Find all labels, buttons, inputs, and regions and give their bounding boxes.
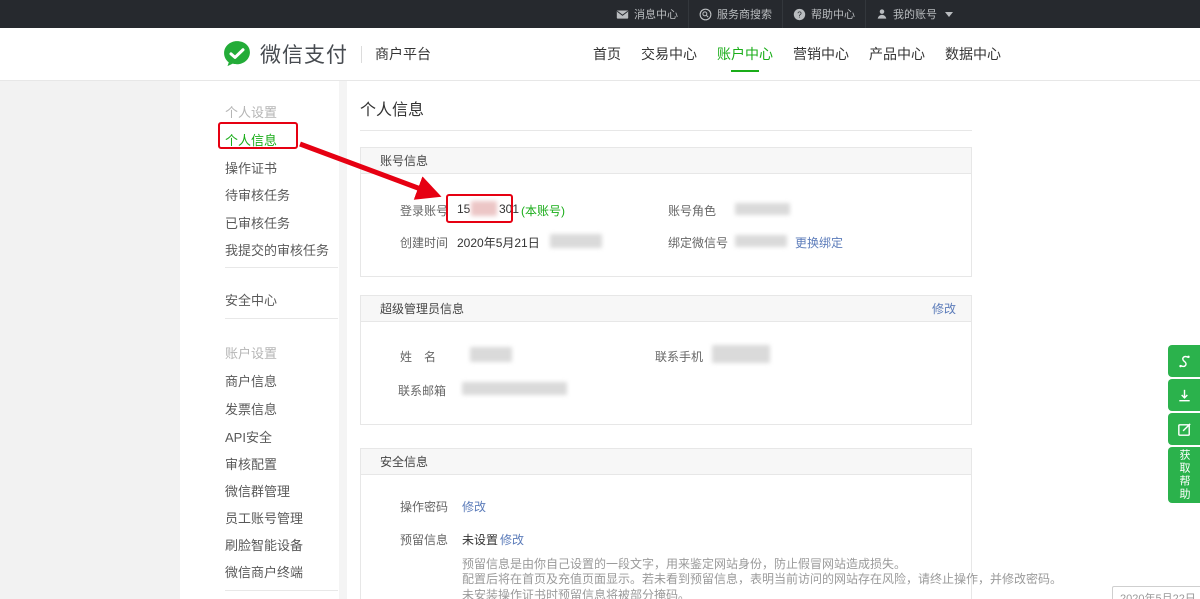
help-circle-icon: ? bbox=[793, 8, 806, 21]
brand-separator bbox=[361, 46, 362, 63]
topbar-message-center[interactable]: 消息中心 bbox=[606, 0, 688, 28]
topbar-item-label: 消息中心 bbox=[634, 6, 678, 22]
current-account-tag: (本账号) bbox=[521, 202, 565, 219]
sidebar-item-security-center[interactable]: 安全中心 bbox=[225, 290, 277, 309]
download-icon bbox=[1176, 387, 1193, 404]
edit-password-link[interactable]: 修改 bbox=[462, 498, 486, 515]
feedback-button[interactable] bbox=[1168, 345, 1200, 377]
title-divider bbox=[360, 130, 972, 131]
edit-icon bbox=[1176, 421, 1193, 438]
reserved-info-label: 预留信息 bbox=[400, 531, 448, 548]
security-info-card: 安全信息 操作密码 修改 预留信息 未设置 修改 预留信息是由你自己设置的一段文… bbox=[360, 448, 972, 599]
operation-password-label: 操作密码 bbox=[400, 498, 448, 515]
download-button[interactable] bbox=[1168, 379, 1200, 411]
topbar-item-label: 我的账号 bbox=[893, 6, 937, 22]
search-circle-icon bbox=[699, 8, 712, 21]
sidebar-item-pending-review-tasks[interactable]: 待审核任务 bbox=[225, 185, 290, 204]
topbar-my-account[interactable]: 我的账号 bbox=[865, 0, 963, 28]
sidebar-item-invoice-info[interactable]: 发票信息 bbox=[225, 399, 277, 418]
user-icon bbox=[876, 8, 888, 20]
edit-reserved-info-link[interactable]: 修改 bbox=[500, 531, 524, 548]
redacted-contact-email bbox=[462, 382, 567, 395]
edit-feedback-button[interactable] bbox=[1168, 413, 1200, 445]
topbar-item-label: 帮助中心 bbox=[811, 6, 855, 22]
sidebar-item-reviewed-tasks[interactable]: 已审核任务 bbox=[225, 213, 290, 232]
redacted-created-time bbox=[550, 234, 602, 248]
topbar-item-label: 服务商搜索 bbox=[717, 6, 772, 22]
left-gutter bbox=[0, 81, 180, 599]
sidebar-item-wechat-merchant-terminal[interactable]: 微信商户终端 bbox=[225, 562, 303, 581]
sidebar-divider bbox=[225, 590, 338, 591]
created-time-value: 2020年5月21日 bbox=[457, 234, 540, 251]
page-title: 个人信息 bbox=[360, 96, 424, 120]
contact-email-label: 联系邮箱 bbox=[398, 382, 446, 399]
get-help-button[interactable]: 获取帮助 bbox=[1168, 447, 1200, 503]
sidebar-item-merchant-info[interactable]: 商户信息 bbox=[225, 371, 277, 390]
nav-item-transaction-center[interactable]: 交易中心 bbox=[641, 28, 697, 80]
card-title: 安全信息 bbox=[380, 455, 428, 469]
annotation-arrow bbox=[288, 133, 463, 218]
sidebar-item-review-config[interactable]: 审核配置 bbox=[225, 454, 277, 473]
reserved-info-desc-line: 未安装操作证书时预留信息将被部分掩码。 bbox=[462, 586, 690, 599]
security-card-header: 安全信息 bbox=[361, 449, 971, 475]
active-tab-underline bbox=[731, 70, 759, 72]
redacted-contact-phone bbox=[712, 345, 770, 363]
sidebar-section-personal-settings: 个人设置 bbox=[225, 102, 277, 121]
nav-item-product-center[interactable]: 产品中心 bbox=[869, 28, 925, 80]
topbar-service-provider-search[interactable]: 服务商搜索 bbox=[688, 0, 782, 28]
wechat-pay-merchant-platform: 消息中心 服务商搜索 ? 帮助中心 我的账号 微信支付 bbox=[0, 0, 1200, 599]
mail-icon bbox=[616, 8, 629, 21]
squiggle-link-icon bbox=[1176, 353, 1193, 370]
nav-item-home[interactable]: 首页 bbox=[593, 28, 621, 80]
redacted-name bbox=[470, 347, 512, 362]
chevron-down-icon bbox=[945, 12, 953, 17]
primary-nav: 首页 交易中心 账户中心 营销中心 产品中心 数据中心 bbox=[593, 28, 1001, 80]
account-role-label: 账号角色 bbox=[668, 202, 716, 219]
sidebar-item-face-smart-device[interactable]: 刷脸智能设备 bbox=[225, 535, 303, 554]
sidebar-divider bbox=[225, 318, 338, 319]
created-time-label: 创建时间 bbox=[400, 234, 448, 251]
nav-item-marketing-center[interactable]: 营销中心 bbox=[793, 28, 849, 80]
contact-phone-label: 联系手机 bbox=[655, 348, 703, 365]
bound-wechat-label: 绑定微信号 bbox=[668, 234, 728, 251]
topbar-help-center[interactable]: ? 帮助中心 bbox=[782, 0, 865, 28]
wechat-pay-logo-icon bbox=[222, 39, 252, 69]
sidebar-item-api-security[interactable]: API安全 bbox=[225, 427, 272, 446]
nav-item-label: 账户中心 bbox=[717, 46, 773, 62]
sidebar-item-my-submitted-review-tasks[interactable]: 我提交的审核任务 bbox=[225, 240, 329, 259]
edit-admin-link[interactable]: 修改 bbox=[932, 296, 956, 322]
card-title: 超级管理员信息 bbox=[380, 302, 464, 316]
floating-toolbar: 获取帮助 bbox=[1168, 345, 1200, 503]
rebind-wechat-link[interactable]: 更换绑定 bbox=[795, 234, 843, 251]
nav-item-account-center[interactable]: 账户中心 bbox=[717, 28, 773, 80]
brand-platform-label: 商户平台 bbox=[375, 44, 431, 64]
brand-logo[interactable]: 微信支付 商户平台 bbox=[222, 28, 431, 80]
reserved-info-desc-line: 配置后将在首页及充值页面显示。若未看到预留信息，表明当前访问的网站存在风险，请终… bbox=[462, 570, 1062, 587]
brand-name: 微信支付 bbox=[260, 39, 348, 69]
redacted-account-role bbox=[735, 203, 790, 215]
sidebar-section-account-settings: 账户设置 bbox=[225, 343, 277, 362]
sidebar-item-staff-account-management[interactable]: 员工账号管理 bbox=[225, 508, 303, 527]
main-header: 微信支付 商户平台 首页 交易中心 账户中心 营销中心 产品中心 数据中心 bbox=[0, 28, 1200, 81]
date-tag: 2020年5月22日 bbox=[1112, 586, 1200, 599]
sidebar-item-wechat-group-management[interactable]: 微信群管理 bbox=[225, 481, 290, 500]
super-admin-info-card: 超级管理员信息 修改 姓 名 联系手机 联系邮箱 bbox=[360, 295, 972, 425]
redacted-bound-wechat bbox=[735, 235, 787, 247]
nav-item-data-center[interactable]: 数据中心 bbox=[945, 28, 1001, 80]
annotation-highlight-box-sidebar bbox=[218, 122, 298, 149]
reserved-info-status: 未设置 bbox=[462, 531, 498, 548]
sidebar-divider bbox=[225, 267, 338, 268]
super-admin-card-header: 超级管理员信息 修改 bbox=[361, 296, 971, 322]
svg-text:?: ? bbox=[797, 10, 802, 19]
name-label: 姓 名 bbox=[400, 348, 436, 365]
sidebar-item-operation-certificate[interactable]: 操作证书 bbox=[225, 158, 277, 177]
topbar-items: 消息中心 服务商搜索 ? 帮助中心 我的账号 bbox=[606, 0, 963, 28]
utility-topbar: 消息中心 服务商搜索 ? 帮助中心 我的账号 bbox=[0, 0, 1200, 28]
